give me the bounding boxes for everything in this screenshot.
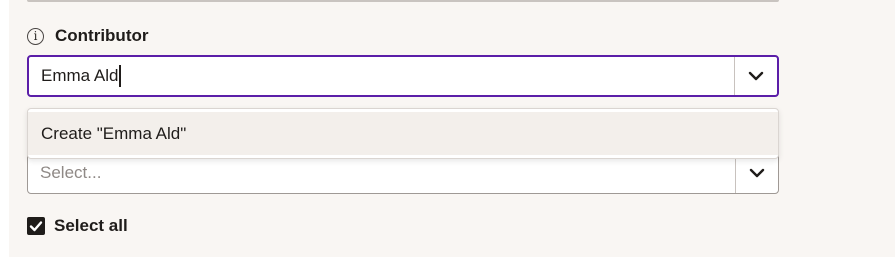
contributor-dropdown-menu: Create "Emma Ald" <box>27 108 779 159</box>
select-all-checkbox[interactable] <box>27 217 45 235</box>
contributor-label: Contributor <box>55 26 149 45</box>
text-caret <box>119 65 121 87</box>
contributor-dropdown-toggle[interactable] <box>734 57 777 95</box>
chevron-down-icon <box>749 168 765 178</box>
contributor-input-value: Emma Ald <box>41 66 119 85</box>
select-all-label: Select all <box>54 216 128 235</box>
contributor-input[interactable]: Emma Ald <box>29 57 734 95</box>
second-select-placeholder[interactable]: Select... <box>28 153 735 193</box>
contributor-label-row: i Contributor <box>27 25 148 47</box>
second-select-toggle[interactable] <box>735 153 778 193</box>
select-all-row[interactable]: Select all <box>27 215 128 237</box>
top-divider <box>27 0 779 2</box>
info-icon[interactable]: i <box>27 27 44 45</box>
contributor-combobox[interactable]: Emma Ald <box>27 55 779 97</box>
chevron-down-icon <box>748 71 764 81</box>
checkmark-icon <box>29 221 43 232</box>
create-option[interactable]: Create "Emma Ald" <box>28 112 778 155</box>
